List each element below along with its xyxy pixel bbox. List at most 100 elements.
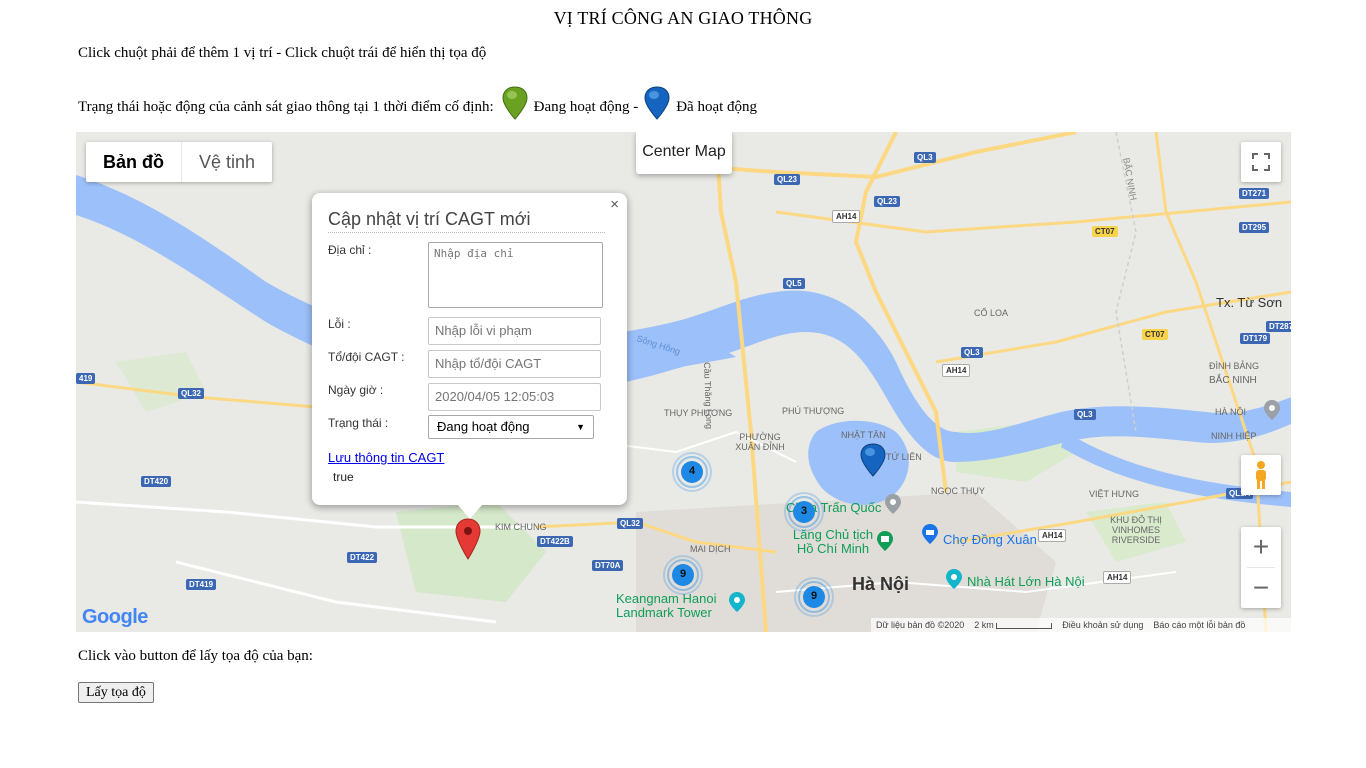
- map-type-satellite-button[interactable]: Vệ tinh: [182, 142, 272, 182]
- pegman-icon: [1256, 461, 1266, 489]
- road-badge: CT07: [1142, 329, 1168, 340]
- map-label-tu-lien: TỨ LIÊN: [886, 452, 922, 462]
- address-textarea[interactable]: Nhập địa chỉ: [428, 242, 603, 308]
- road-badge: QL32: [617, 518, 644, 529]
- camera-icon: [729, 592, 745, 612]
- new-marker-pin[interactable]: [455, 518, 481, 560]
- road-badge: QL3: [914, 152, 936, 163]
- cluster-count: 9: [679, 568, 687, 580]
- legend-done-label: Đã hoạt động: [676, 99, 758, 115]
- map-label-co-loa: CỔ LOA: [974, 308, 1009, 318]
- marker-cluster[interactable]: 3: [784, 492, 824, 537]
- road-badge: AH14: [942, 364, 971, 377]
- road-badge: QL3: [961, 347, 983, 358]
- street-view-button[interactable]: [1241, 455, 1281, 495]
- road-badge: DT419: [186, 579, 217, 590]
- road-badge: DT420: [141, 476, 172, 487]
- select-arrow-icon: ▼: [576, 422, 585, 432]
- scale-indicator[interactable]: 2 km: [974, 620, 1053, 630]
- zoom-out-button[interactable]: −: [1241, 568, 1281, 608]
- violation-input[interactable]: Nhập lỗi vi phạm: [428, 317, 601, 345]
- fullscreen-button[interactable]: [1241, 142, 1281, 182]
- datetime-input[interactable]: 2020/04/05 12:05:03: [428, 383, 601, 411]
- road-badge: DT287: [1266, 321, 1291, 332]
- theater-icon: [946, 569, 962, 589]
- map-canvas[interactable]: Hà Nội Tx. Từ Sơn BẮC NINH ĐÌNH BẢNG HÀ …: [76, 132, 1291, 632]
- google-logo-text: Google: [82, 606, 148, 628]
- road-badge: AH14: [1103, 571, 1132, 584]
- map-type-control: Bản đồ Vệ tinh: [86, 142, 273, 182]
- get-coords-button[interactable]: Lấy tọa độ: [78, 682, 154, 703]
- minus-icon: −: [1252, 572, 1270, 603]
- map-label-nha-hat-lon: Nhà Hát Lớn Hà Nội: [967, 574, 1085, 589]
- zoom-in-button[interactable]: +: [1241, 527, 1281, 567]
- temple-icon: [885, 494, 901, 514]
- map-label-dinh-bang: ĐÌNH BẢNG: [1209, 361, 1260, 371]
- scale-label: 2 km: [974, 620, 994, 630]
- zoom-control: + −: [1241, 527, 1281, 608]
- road-badge: DT70A: [592, 560, 624, 571]
- address-label: Địa chỉ :: [328, 243, 372, 257]
- save-info-link[interactable]: Lưu thông tin CAGT: [328, 450, 444, 465]
- map-label-ngoc-thuy: NGỌC THỤY: [931, 486, 985, 496]
- road-badge: DT422B: [537, 536, 573, 547]
- center-map-button[interactable]: Center Map: [636, 132, 732, 174]
- attribution-data: Dữ liệu bản đồ ©2020: [876, 620, 965, 630]
- done-pin-icon: [644, 86, 670, 120]
- team-input[interactable]: Nhập tổ/đội CAGT: [428, 350, 601, 378]
- scale-bar: [996, 622, 1053, 629]
- status-select[interactable]: Đang hoạt động ▼: [428, 415, 594, 439]
- coords-prompt: Click vào button để lấy tọa độ của bạn:: [78, 648, 313, 664]
- cluster-count: 4: [688, 465, 696, 477]
- done-marker-pin[interactable]: [860, 443, 886, 477]
- map-label-thuy-phuong: THỤY PHƯƠNG: [664, 408, 733, 418]
- report-error-link[interactable]: Báo cáo một lỗi bản đồ: [1153, 620, 1245, 630]
- road-badge: DT422: [347, 552, 378, 563]
- map-label-tu-son: Tx. Từ Sơn: [1216, 295, 1283, 310]
- road-badge: CT07: [1092, 226, 1118, 237]
- map-type-roadmap-button[interactable]: Bản đồ: [86, 142, 182, 182]
- road-badge: QL23: [774, 174, 801, 185]
- road-badge: DT295: [1239, 222, 1270, 233]
- instructions-text: Click chuột phải để thêm 1 vị trí - Clic…: [78, 45, 487, 61]
- road-badge: AH14: [1038, 529, 1067, 542]
- road-badge: QL23: [874, 196, 901, 207]
- map-label-bac-ninh: BẮC NINH: [1209, 375, 1257, 386]
- marker-cluster[interactable]: 9: [663, 555, 703, 600]
- road-badge: DT271: [1239, 188, 1270, 199]
- status-select-value: Đang hoạt động: [437, 419, 530, 434]
- landmark-icon: [877, 531, 893, 551]
- map-label-xuan-dinh: PHƯỜNG XUÂN ĐỈNH: [735, 432, 785, 452]
- status-legend: Trạng thái hoặc động của cảnh sát giao t…: [78, 80, 761, 120]
- map-label-cho-dong-xuan: Chợ Đồng Xuân: [943, 532, 1037, 547]
- map-attribution: Dữ liệu bản đồ ©2020 2 km Điều khoản sử …: [871, 618, 1291, 632]
- info-window-title: Cập nhật vị trí CAGT mới: [328, 209, 605, 233]
- map-label-phu-thuong: PHÚ THƯỢNG: [782, 406, 845, 416]
- violation-label: Lỗi :: [328, 317, 351, 331]
- map-label-mai-dich: MAI DỊCH: [690, 544, 731, 554]
- page-title: VỊ TRÍ CÔNG AN GIAO THÔNG: [553, 8, 813, 28]
- map-label-vinhomes: KHU ĐÔ THỊ VINHOMES RIVERSIDE: [1110, 515, 1162, 545]
- shopping-icon: [922, 524, 938, 544]
- map-label-nhat-tan: NHẬT TÂN: [841, 430, 886, 440]
- marker-cluster[interactable]: 9: [794, 577, 834, 622]
- cluster-count: 9: [810, 590, 818, 602]
- fullscreen-icon: [1252, 153, 1270, 171]
- marker-cluster[interactable]: 4: [672, 452, 712, 497]
- terms-link[interactable]: Điều khoản sử dụng: [1062, 620, 1143, 630]
- active-pin-icon: [502, 86, 528, 120]
- road-badge: AH14: [832, 210, 861, 223]
- datetime-label: Ngày giờ :: [328, 383, 384, 397]
- close-icon[interactable]: ×: [606, 194, 623, 215]
- road-badge: 419: [76, 373, 96, 384]
- map-label-ha-noi: Hà Nội: [852, 574, 910, 594]
- place-icon: [1264, 400, 1280, 420]
- road-badge: DT179: [1240, 333, 1271, 344]
- legend-active-label: Đang hoạt động -: [533, 99, 639, 115]
- road-badge: QL3: [1074, 409, 1096, 420]
- cluster-count: 3: [800, 505, 808, 517]
- map-label-viet-hung: VIỆT HƯNG: [1089, 489, 1140, 499]
- status-legend-lead: Trạng thái hoặc động của cảnh sát giao t…: [78, 99, 494, 115]
- info-window: × Cập nhật vị trí CAGT mới Địa chỉ : Nhậ…: [312, 193, 627, 519]
- plus-icon: +: [1252, 531, 1270, 562]
